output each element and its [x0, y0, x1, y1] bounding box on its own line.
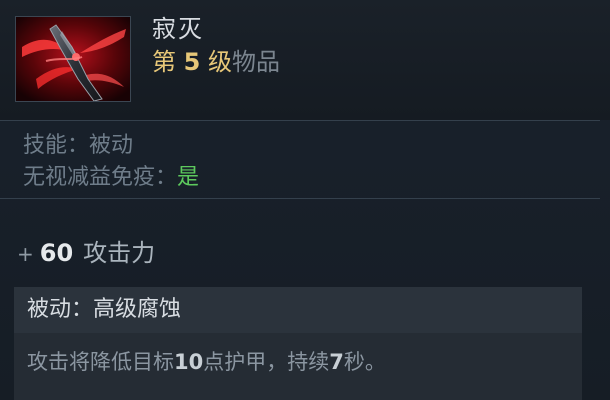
item-level-prefix: 第 — [152, 48, 176, 76]
ability-description: 攻击将降低目标10点护甲，持续7秒。 — [27, 348, 386, 376]
debuff-immunity-row: 无视减益免疫：是 — [23, 164, 199, 192]
debuff-immunity-value: 是 — [177, 165, 200, 190]
item-tooltip: 寂灭 第 5 级物品 技能：被动 无视减益免疫：是 +60 攻击力 被动：高级腐蚀… — [0, 0, 610, 400]
item-level: 第 5 级物品 — [152, 47, 280, 77]
skill-type-value: 被动 — [89, 133, 134, 158]
item-level-suffix: 级 — [207, 48, 232, 76]
ability-desc-part2: 点护甲，持续 — [203, 350, 330, 374]
header-divider — [0, 120, 600, 121]
ability-header: 被动：高级腐蚀 — [14, 287, 582, 333]
skill-type-label: 技能： — [23, 133, 90, 158]
stat-plus-sign: + — [17, 242, 34, 266]
damage-stat: +60 攻击力 — [17, 237, 155, 270]
duration-value: 7 — [329, 350, 344, 374]
desolator-item-icon — [15, 16, 131, 102]
stat-name: 攻击力 — [83, 239, 156, 267]
tooltip-header: 寂灭 第 5 级物品 — [0, 0, 610, 120]
item-name: 寂灭 — [152, 15, 204, 43]
item-level-number: 5 — [183, 48, 201, 76]
item-type: 物品 — [231, 48, 280, 76]
stat-value: 60 — [39, 239, 74, 267]
ability-desc-part1: 攻击将降低目标 — [27, 350, 174, 374]
skill-type-row: 技能：被动 — [23, 132, 133, 160]
debuff-immunity-label: 无视减益免疫： — [23, 165, 178, 190]
properties-divider — [0, 198, 600, 199]
ability-title: 被动：高级腐蚀 — [27, 297, 182, 322]
ability-box: 被动：高级腐蚀 攻击将降低目标10点护甲，持续7秒。 — [14, 287, 582, 400]
ability-desc-part3: 秒。 — [343, 350, 386, 374]
armor-reduction-value: 10 — [174, 350, 204, 374]
